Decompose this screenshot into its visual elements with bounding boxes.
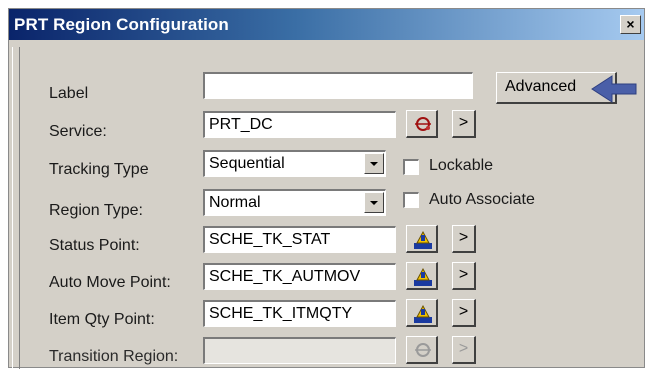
- status-point-label: Status Point:: [49, 237, 140, 254]
- point-browse-icon: [414, 304, 432, 323]
- service-browse-icon: [415, 343, 431, 357]
- point-browse-icon: [414, 267, 432, 286]
- tracking-type-select[interactable]: Sequential: [203, 150, 386, 177]
- chevron-right-icon: >: [458, 266, 469, 283]
- service-label: Service:: [49, 123, 107, 140]
- region-type-value: Normal: [209, 194, 261, 211]
- auto-move-point-browse-button[interactable]: [406, 262, 438, 290]
- window-title: PRT Region Configuration: [14, 15, 229, 34]
- dropdown-arrow-icon[interactable]: [364, 192, 384, 213]
- tracking-type-value: Sequential: [209, 155, 285, 172]
- advanced-button-label: Advanced: [505, 78, 577, 95]
- auto-move-point-more-button[interactable]: >: [452, 262, 476, 290]
- auto-associate-checkbox[interactable]: [403, 192, 419, 208]
- transition-region-label: Transition Region:: [49, 348, 179, 365]
- item-qty-point-more-button[interactable]: >: [452, 299, 476, 327]
- item-qty-point-browse-button[interactable]: [406, 299, 438, 327]
- label-field-label: Label: [49, 85, 89, 102]
- point-browse-icon: [414, 230, 432, 249]
- dropdown-arrow-icon[interactable]: [364, 153, 384, 174]
- chevron-right-icon: >: [458, 114, 469, 131]
- service-more-button[interactable]: >: [452, 110, 476, 138]
- item-qty-point-label: Item Qty Point:: [49, 311, 155, 328]
- auto-associate-label: Auto Associate: [429, 191, 535, 208]
- region-type-label: Region Type:: [49, 202, 143, 219]
- chevron-right-icon: >: [458, 229, 469, 246]
- lockable-checkbox[interactable]: [403, 159, 419, 175]
- close-button[interactable]: ×: [620, 15, 641, 34]
- status-point-more-button[interactable]: >: [452, 225, 476, 253]
- item-qty-point-input[interactable]: SCHE_TK_ITMQTY: [203, 300, 396, 327]
- status-point-browse-button[interactable]: [406, 225, 438, 253]
- pointer-arrow-icon: [591, 75, 637, 103]
- close-icon: ×: [626, 16, 635, 32]
- transition-region-input: [203, 337, 396, 364]
- dialog-window: PRT Region Configuration × Label Advance…: [8, 8, 645, 369]
- service-browse-button[interactable]: [406, 110, 438, 138]
- lockable-label: Lockable: [429, 157, 494, 174]
- service-browse-icon: [415, 117, 431, 131]
- tracking-type-label: Tracking Type: [49, 161, 149, 178]
- status-point-input[interactable]: SCHE_TK_STAT: [203, 226, 396, 253]
- chevron-right-icon: >: [458, 303, 469, 320]
- service-input[interactable]: PRT_DC: [203, 111, 396, 138]
- transition-region-browse-button: [406, 336, 438, 364]
- transition-region-more-button: >: [452, 336, 476, 364]
- title-bar[interactable]: PRT Region Configuration ×: [9, 9, 644, 40]
- label-input[interactable]: [203, 72, 473, 99]
- chevron-right-icon: >: [458, 340, 469, 357]
- auto-move-point-input[interactable]: SCHE_TK_AUTMOV: [203, 263, 396, 290]
- region-type-select[interactable]: Normal: [203, 189, 386, 216]
- auto-move-point-label: Auto Move Point:: [49, 274, 171, 291]
- group-border: [12, 47, 20, 369]
